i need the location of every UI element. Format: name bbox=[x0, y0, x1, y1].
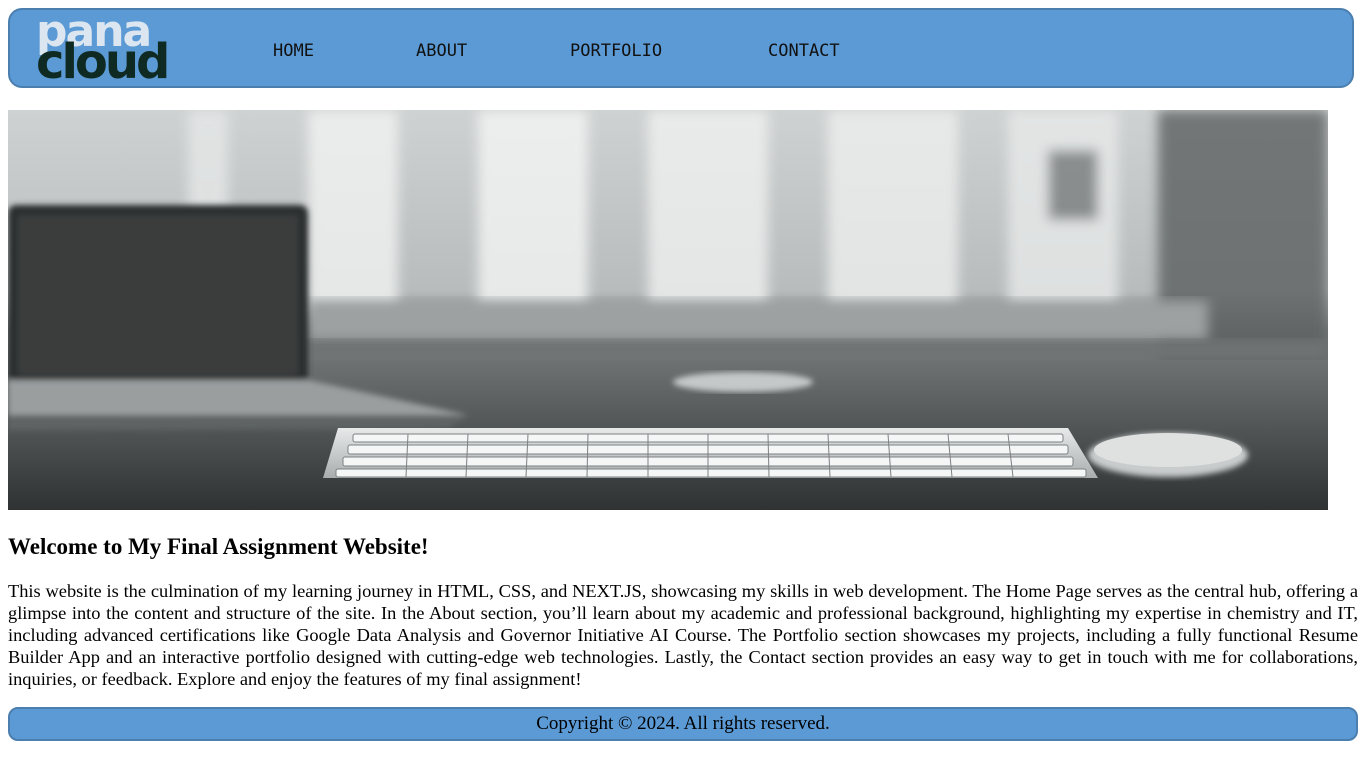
desk-workspace-photo bbox=[8, 110, 1328, 510]
nav-link-home[interactable]: HOME bbox=[273, 41, 314, 61]
copyright-text: Copyright © 2024. All rights reserved. bbox=[536, 713, 830, 734]
site-header: pana cloud HOME ABOUT PORTFOLIO CONTACT bbox=[8, 8, 1354, 88]
nav-link-about[interactable]: ABOUT bbox=[416, 41, 467, 61]
logo-text-bottom: cloud bbox=[36, 34, 170, 90]
hero-image bbox=[8, 110, 1328, 510]
site-footer: Copyright © 2024. All rights reserved. bbox=[8, 707, 1358, 741]
page: pana cloud HOME ABOUT PORTFOLIO CONTACT bbox=[0, 0, 1366, 768]
nav-link-portfolio[interactable]: PORTFOLIO bbox=[570, 41, 662, 61]
intro-paragraph: This website is the culmination of my le… bbox=[8, 581, 1358, 689]
nav-link-contact[interactable]: CONTACT bbox=[768, 41, 840, 61]
page-heading: Welcome to My Final Assignment Website! bbox=[8, 534, 429, 559]
panacloud-logo[interactable]: pana cloud bbox=[36, 10, 176, 90]
